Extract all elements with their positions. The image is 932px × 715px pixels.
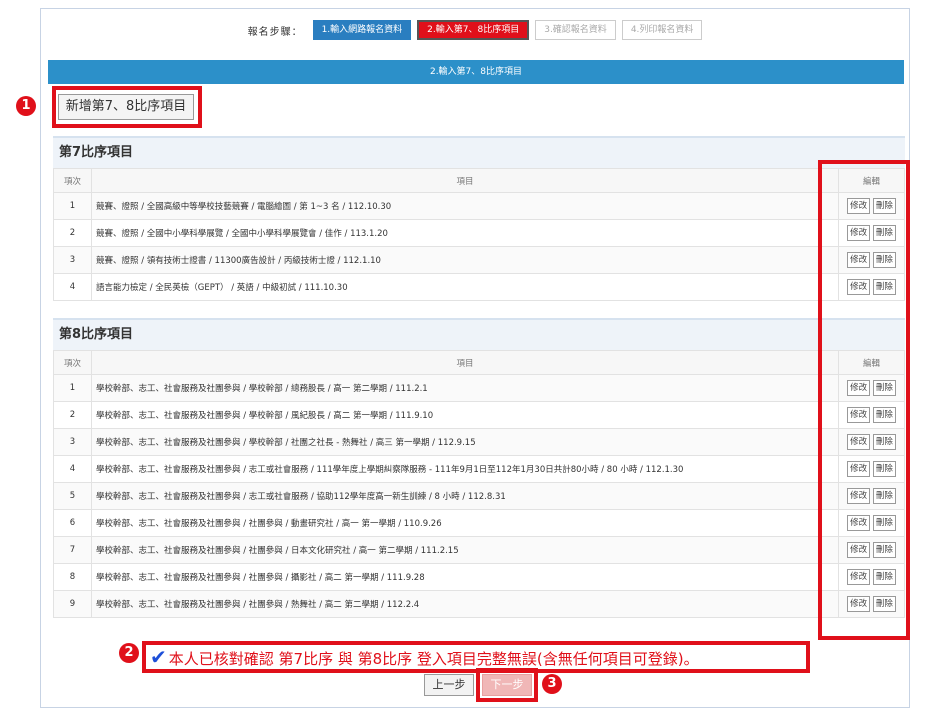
section7-title: 第7比序項目 [53, 136, 905, 168]
table-row: 4 語言能力檢定 / 全民英檢（GEPT） / 英語 / 中級初試 / 111.1… [53, 273, 905, 301]
row-item: 競賽、證照 / 全國高級中等學校技藝競賽 / 電腦繪圖 / 第 1~3 名 / … [91, 192, 839, 220]
row-number: 6 [53, 509, 92, 537]
row-number: 5 [53, 482, 92, 510]
table-row: 3 競賽、證照 / 領有技術士證書 / 11300廣告設計 / 丙級技術士證 / … [53, 246, 905, 274]
row-item: 學校幹部、志工、社會服務及社團參與 / 學校幹部 / 風紀股長 / 高二 第一學… [91, 401, 839, 429]
section7-table: 項次 項目 編輯 1 競賽、證照 / 全國高級中等學校技藝競賽 / 電腦繪圖 / … [53, 168, 905, 301]
step-1: 1.輸入網路報名資料 [312, 20, 412, 40]
row-number: 4 [53, 273, 92, 301]
table-row: 6 學校幹部、志工、社會服務及社團參與 / 社團參與 / 動畫研究社 / 高一 第… [53, 509, 905, 537]
row-number: 3 [53, 428, 92, 456]
row-number: 7 [53, 536, 92, 564]
row-item: 學校幹部、志工、社會服務及社團參與 / 社團參與 / 攝影社 / 高二 第一學期… [91, 563, 839, 591]
row-number: 1 [53, 192, 92, 220]
row-number: 2 [53, 401, 92, 429]
table-row: 1 學校幹部、志工、社會服務及社團參與 / 學校幹部 / 總務股長 / 高一 第二… [53, 374, 905, 402]
annotation-badge-1: 1 [16, 96, 36, 116]
table-row: 4 學校幹部、志工、社會服務及社團參與 / 志工或社會服務 / 111學年度上學期… [53, 455, 905, 483]
col-header-num: 項次 [53, 350, 92, 375]
row-number: 1 [53, 374, 92, 402]
col-header-item: 項目 [91, 168, 839, 193]
col-header-num: 項次 [53, 168, 92, 193]
col-header-item: 項目 [91, 350, 839, 375]
row-item: 競賽、證照 / 全國中小學科學展覽 / 全國中小學科學展覽會 / 佳作 / 11… [91, 219, 839, 247]
table-row: 8 學校幹部、志工、社會服務及社團參與 / 社團參與 / 攝影社 / 高二 第一學… [53, 563, 905, 591]
step-2-current: 2.輸入第7、8比序項目 [417, 20, 530, 40]
row-item: 學校幹部、志工、社會服務及社團參與 / 學校幹部 / 總務股長 / 高一 第二學… [91, 374, 839, 402]
row-item: 學校幹部、志工、社會服務及社團參與 / 志工或社會服務 / 111學年度上學期糾… [91, 455, 839, 483]
row-number: 3 [53, 246, 92, 274]
annotation-badge-3: 3 [542, 674, 562, 694]
table-row: 1 競賽、證照 / 全國高級中等學校技藝競賽 / 電腦繪圖 / 第 1~3 名 /… [53, 192, 905, 220]
highlight-box-edit-column [818, 160, 910, 640]
prev-step-button[interactable]: 上一步 [424, 674, 474, 696]
section8-title: 第8比序項目 [53, 318, 905, 350]
row-number: 4 [53, 455, 92, 483]
row-item: 語言能力檢定 / 全民英檢（GEPT） / 英語 / 中級初試 / 111.10… [91, 273, 839, 301]
steps-label: 報名步驟： [247, 26, 303, 38]
table-row: 3 學校幹部、志工、社會服務及社團參與 / 學校幹部 / 社團之社長 - 熱舞社 … [53, 428, 905, 456]
table-row: 5 學校幹部、志工、社會服務及社團參與 / 志工或社會服務 / 協助112學年度高… [53, 482, 905, 510]
row-item: 學校幹部、志工、社會服務及社團參與 / 社團參與 / 熱舞社 / 高二 第二學期… [91, 590, 839, 618]
row-item: 競賽、證照 / 領有技術士證書 / 11300廣告設計 / 丙級技術士證 / 1… [91, 246, 839, 274]
step-3: 3.確認報名資料 [535, 20, 616, 40]
step-4: 4.列印報名資料 [621, 20, 703, 40]
row-number: 9 [53, 590, 92, 618]
row-item: 學校幹部、志工、社會服務及社團參與 / 社團參與 / 動畫研究社 / 高一 第一… [91, 509, 839, 537]
section8-table: 項次 項目 編輯 1 學校幹部、志工、社會服務及社團參與 / 學校幹部 / 總務股… [53, 350, 905, 618]
row-number: 2 [53, 219, 92, 247]
section-banner: 2.輸入第7、8比序項目 [48, 60, 904, 84]
step-indicator: 報名步驟： 1.輸入網路報名資料 2.輸入第7、8比序項目 3.確認報名資料 4… [40, 20, 910, 40]
table-row: 9 學校幹部、志工、社會服務及社團參與 / 社團參與 / 熱舞社 / 高二 第二學… [53, 590, 905, 618]
row-item: 學校幹部、志工、社會服務及社團參與 / 社團參與 / 日本文化研究社 / 高一 … [91, 536, 839, 564]
table-row: 7 學校幹部、志工、社會服務及社團參與 / 社團參與 / 日本文化研究社 / 高一… [53, 536, 905, 564]
table-row: 2 競賽、證照 / 全國中小學科學展覽 / 全國中小學科學展覽會 / 佳作 / 1… [53, 219, 905, 247]
highlight-box-add [52, 86, 202, 128]
row-number: 8 [53, 563, 92, 591]
row-item: 學校幹部、志工、社會服務及社團參與 / 學校幹部 / 社團之社長 - 熱舞社 /… [91, 428, 839, 456]
annotation-badge-2: 2 [119, 643, 139, 663]
table-row: 2 學校幹部、志工、社會服務及社團參與 / 學校幹部 / 風紀股長 / 高二 第一… [53, 401, 905, 429]
highlight-box-next [476, 668, 538, 702]
row-item: 學校幹部、志工、社會服務及社團參與 / 志工或社會服務 / 協助112學年度高一… [91, 482, 839, 510]
